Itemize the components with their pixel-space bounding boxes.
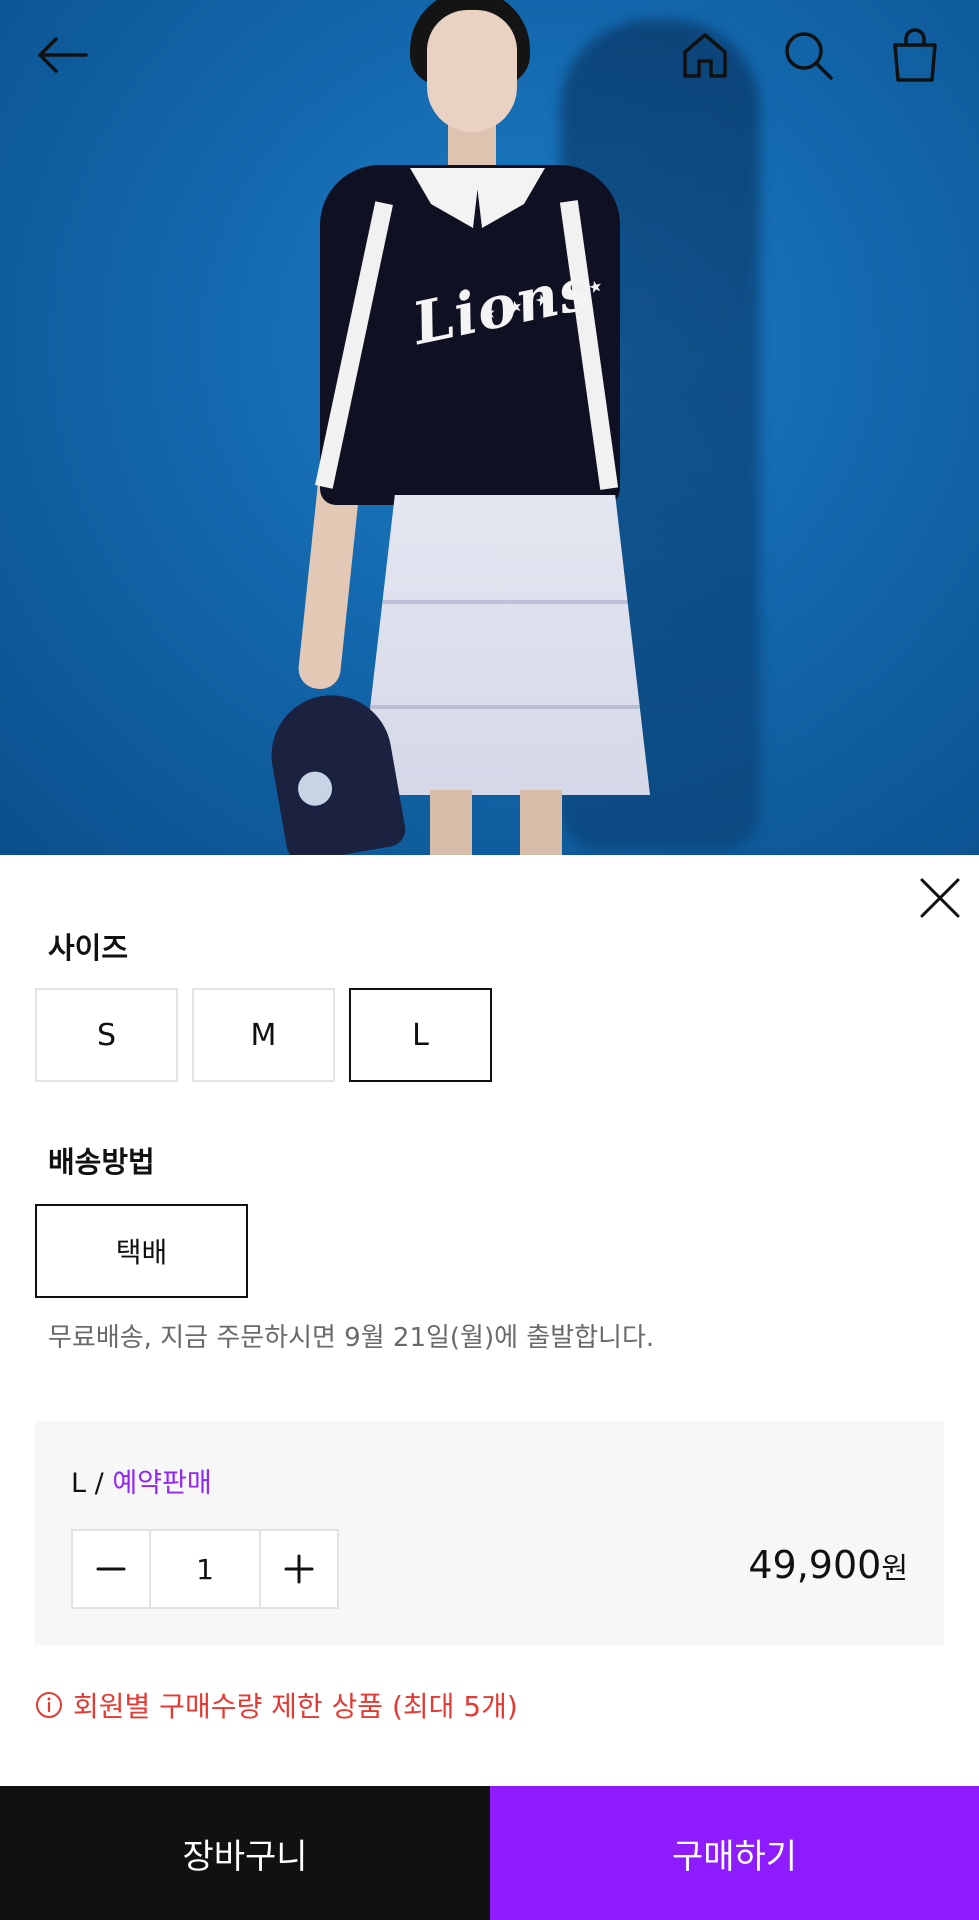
buy-now-button[interactable]: 구매하기	[490, 1786, 979, 1920]
size-title: 사이즈	[48, 931, 129, 965]
plus-icon	[284, 1554, 314, 1584]
price: 49,900 원	[748, 1543, 908, 1587]
back-button[interactable]	[30, 22, 96, 88]
search-button[interactable]	[775, 22, 841, 88]
home-icon	[683, 33, 727, 78]
purchase-limit-text: 회원별 구매수량 제한 상품 (최대 5개)	[73, 1690, 518, 1723]
price-value: 49,900	[748, 1543, 882, 1587]
add-to-cart-button[interactable]: 장바구니	[0, 1786, 490, 1920]
quantity-stepper: 1	[71, 1529, 339, 1609]
close-icon	[920, 878, 960, 918]
product-option-page: Lions ★ ★ ★ ★ ★ 사이즈 S M L 배송방법 택배 무료배송, …	[0, 0, 979, 1920]
product-image: Lions ★ ★ ★ ★ ★	[0, 0, 979, 855]
increase-button[interactable]	[261, 1531, 337, 1607]
model-face	[427, 10, 517, 132]
bottom-action-bar: 장바구니 구매하기	[0, 1786, 979, 1920]
decrease-button[interactable]	[73, 1531, 149, 1607]
back-arrow-icon	[38, 37, 88, 73]
option-sheet: 사이즈 S M L 배송방법 택배 무료배송, 지금 주문하시면 9월 21일(…	[0, 855, 979, 1785]
cart-button[interactable]	[882, 22, 948, 88]
shopping-bag-icon	[893, 28, 937, 82]
search-icon	[785, 32, 833, 80]
selected-option-box: L / 예약판매 1 49,900 원	[35, 1421, 944, 1645]
info-icon	[36, 1692, 62, 1718]
minus-icon	[96, 1567, 126, 1571]
shipping-option-parcel[interactable]: 택배	[35, 1204, 248, 1298]
home-button[interactable]	[672, 22, 738, 88]
selected-size-text: L /	[71, 1468, 113, 1499]
price-currency: 원	[881, 1551, 908, 1585]
size-option-l[interactable]: L	[349, 988, 492, 1082]
close-button[interactable]	[915, 873, 965, 923]
size-option-m[interactable]: M	[192, 988, 335, 1082]
skirt	[360, 495, 650, 795]
shipping-note: 무료배송, 지금 주문하시면 9월 21일(월)에 출발합니다.	[48, 1323, 655, 1353]
quantity-value[interactable]: 1	[149, 1531, 261, 1607]
size-option-s[interactable]: S	[35, 988, 178, 1082]
selected-option-label: L / 예약판매	[71, 1461, 212, 1500]
purchase-limit-notice: 회원별 구매수량 제한 상품 (최대 5개)	[35, 1685, 518, 1725]
shipping-title: 배송방법	[48, 1145, 155, 1179]
preorder-badge: 예약판매	[112, 1468, 212, 1499]
